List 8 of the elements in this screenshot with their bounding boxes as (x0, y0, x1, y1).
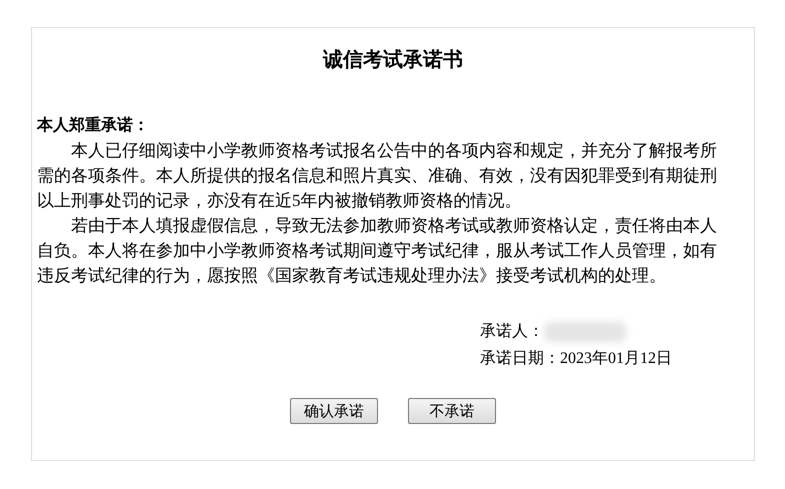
form-title: 诚信考试承诺书 (322, 48, 464, 73)
pledge-date: 承诺日期：2023年01月12日 (480, 348, 673, 369)
pledge-heading: 本人郑重承诺： (37, 115, 150, 136)
decline-button[interactable]: 不承诺 (408, 398, 496, 424)
confirm-button[interactable]: 确认承诺 (290, 398, 378, 424)
pledge-paragraph: 若由于本人填报虚假信息，导致无法参加教师资格考试或教师资格认定，责任将由本人自负。本人将在参加中小学教师资格考试期间遵守考试纪律，服从考试工作人员管理，如有违反考试纪律的行为，愿按照《国家教育考试违规处理办法》接受考试机构的处理。 (37, 215, 717, 287)
signer-label: 承诺人： (480, 322, 544, 342)
pledge-paragraph: 本人已仔细阅读中小学教师资格考试报名公告中的各项内容和规定，并充分了解报考所需的各项条件。本人所提供的报名信息和照片真实、准确、有效，没有因犯罪受到有期徒刑以上刑事处罚的记录，亦没有在近5年内被撤销教师资格的情况。 (37, 140, 717, 212)
